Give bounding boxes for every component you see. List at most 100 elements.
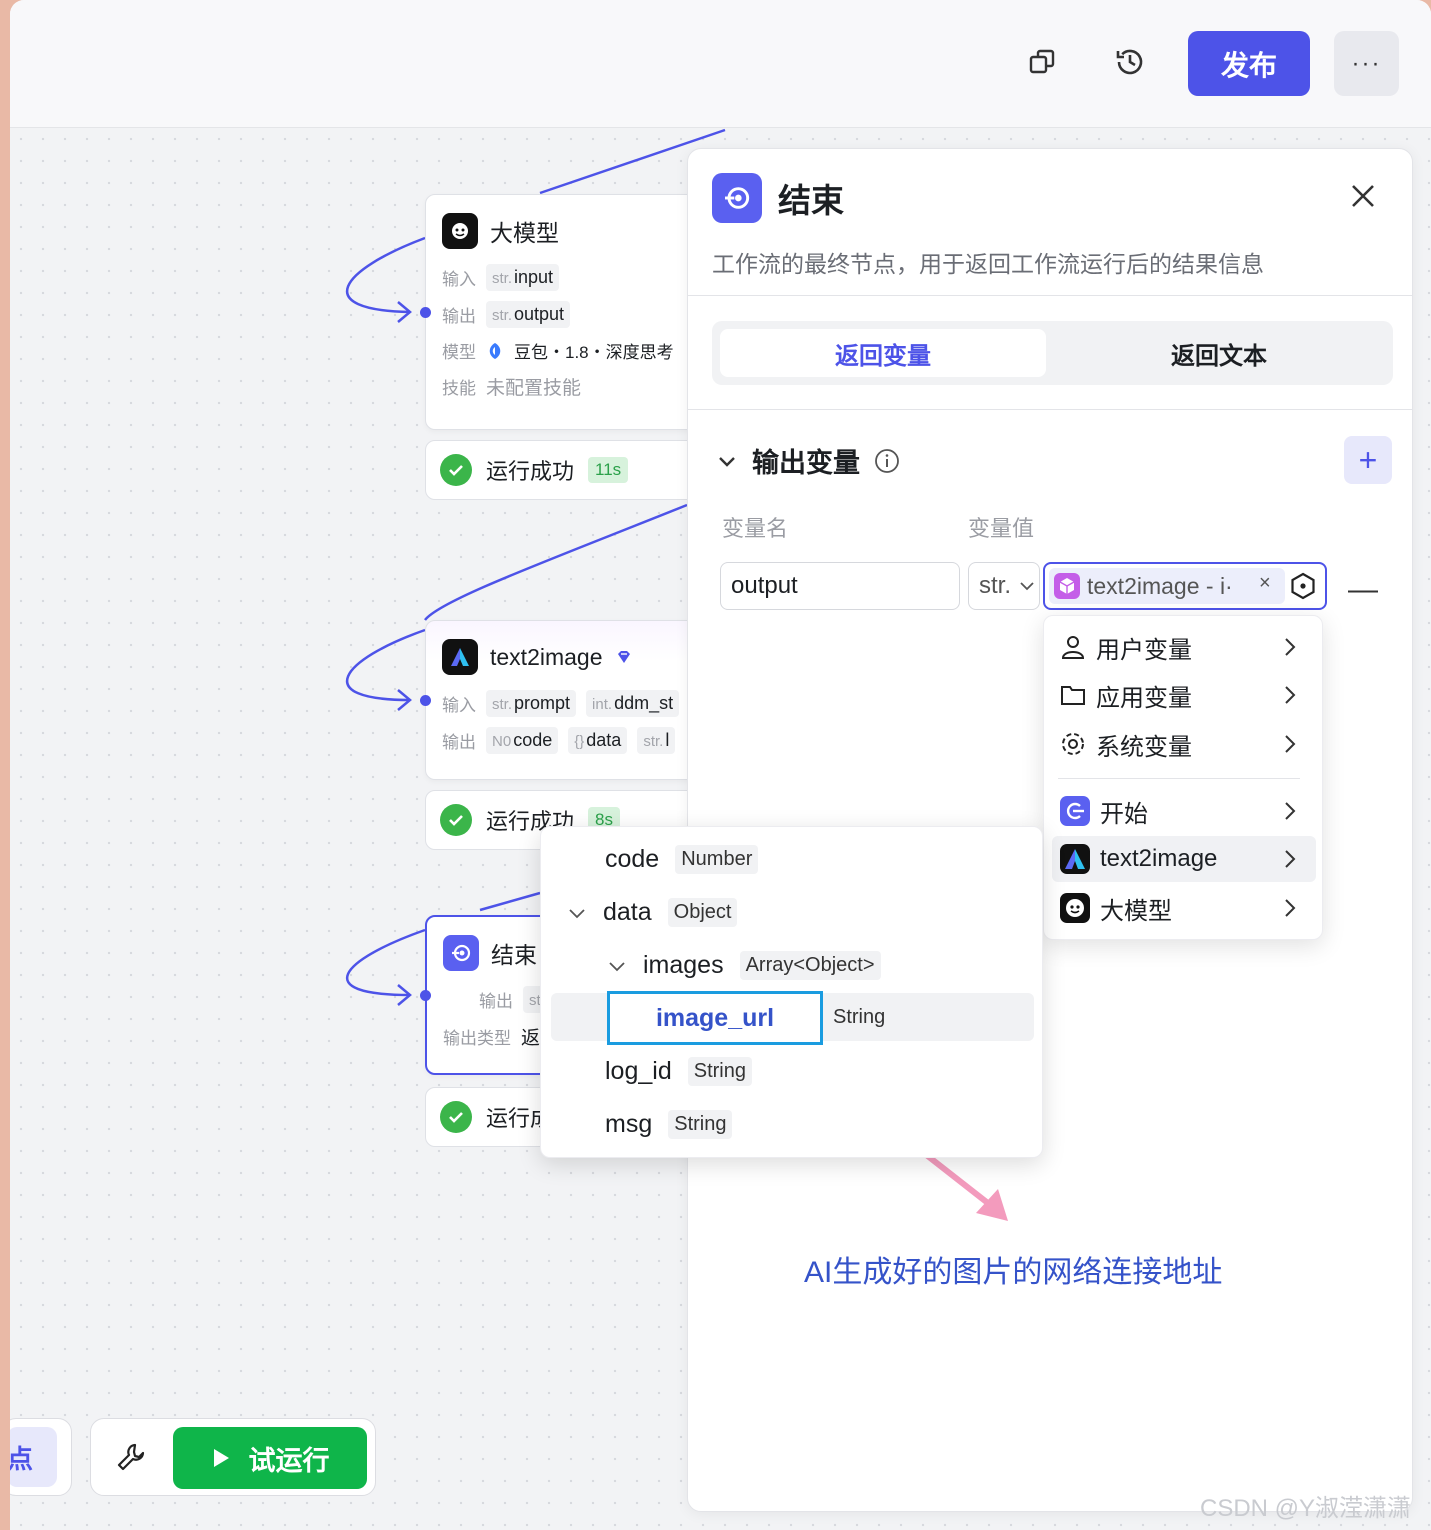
field-name: log_id xyxy=(605,1057,672,1085)
top-bar: 发布 ··· xyxy=(10,0,1431,128)
menu-item-label: 应用变量 xyxy=(1096,684,1192,712)
menu-item-user-variables[interactable]: 用户变量 xyxy=(1052,624,1316,670)
history-icon[interactable] xyxy=(1108,40,1152,84)
add-node-button[interactable]: 点 xyxy=(10,1427,57,1487)
field-name: msg xyxy=(605,1110,653,1138)
add-node-label: 点 xyxy=(10,1443,34,1474)
type-label: str. xyxy=(643,733,664,750)
input-label: 输入 xyxy=(442,270,476,289)
menu-item-label: 系统变量 xyxy=(1096,733,1192,761)
folder-icon xyxy=(1061,686,1085,705)
input-label: 输入 xyxy=(442,696,476,715)
app-window: 发布 ··· 大模型 输入 str. input 输出 str. output 模型 豆… xyxy=(10,0,1431,1530)
param-name: ddm_st xyxy=(614,693,674,713)
chevron-right-icon xyxy=(1285,850,1296,868)
output-type-value: 返 xyxy=(521,1028,541,1049)
model-value: 豆包・1.8・深度思考 xyxy=(514,343,674,362)
llm-node-icon xyxy=(442,213,478,249)
field-item-code[interactable]: code Number xyxy=(605,845,759,874)
chevron-right-icon xyxy=(1285,735,1296,753)
type-label: int. xyxy=(592,696,613,713)
menu-item-llm[interactable]: 大模型 xyxy=(1052,885,1316,931)
input-port[interactable] xyxy=(420,307,431,318)
annotation-text: AI生成好的图片的网络连接地址 xyxy=(804,1256,1223,1289)
chevron-down-icon xyxy=(1020,582,1034,591)
field-type: Number xyxy=(675,845,759,874)
section-title: 输出变量 xyxy=(752,448,860,478)
node-llm[interactable]: 大模型 输入 str. input 输出 str. output 模型 豆包・1.8・深… xyxy=(425,194,705,430)
end-panel-icon xyxy=(712,173,762,223)
param-name: input xyxy=(514,267,554,287)
input-port[interactable] xyxy=(420,695,431,706)
field-type: Object xyxy=(667,898,738,927)
close-icon[interactable] xyxy=(1348,181,1380,213)
plugin-cube-icon xyxy=(1054,573,1080,599)
field-name: code xyxy=(605,845,660,873)
menu-item-system-variables[interactable]: 系统变量 xyxy=(1052,721,1316,767)
variable-type-select[interactable]: str. xyxy=(968,562,1040,610)
variable-picker-icon[interactable] xyxy=(1289,572,1317,600)
field-type: Array<Object> xyxy=(739,951,881,980)
menu-item-app-variables[interactable]: 应用变量 xyxy=(1052,672,1316,718)
menu-item-text2image[interactable]: text2image xyxy=(1052,836,1316,882)
output-variables-header[interactable]: 输出变量 xyxy=(716,441,900,480)
text2image-node-icon xyxy=(1060,844,1090,874)
param-name: code xyxy=(513,730,553,750)
param-name: data xyxy=(586,730,622,750)
field-name: images xyxy=(643,951,724,979)
chevron-right-icon xyxy=(1285,802,1296,820)
play-icon xyxy=(213,1449,229,1467)
output-label: 输出 xyxy=(442,733,476,752)
field-item-data[interactable]: data Object xyxy=(567,898,738,927)
info-icon[interactable] xyxy=(874,448,900,474)
menu-item-label: 用户变量 xyxy=(1096,636,1192,664)
col-variable-value: 变量值 xyxy=(968,516,1035,541)
reference-text: text2image - i· xyxy=(1087,572,1233,599)
more-button[interactable]: ··· xyxy=(1334,31,1399,96)
chevron-right-icon xyxy=(1285,638,1296,656)
field-type: String xyxy=(687,1057,752,1086)
variable-source-menu: 用户变量 应用变量 系统变量 开始 text2image 大模型 xyxy=(1043,615,1323,940)
add-node-toolbar: 点 xyxy=(10,1418,72,1496)
test-run-button[interactable]: 试运行 xyxy=(173,1427,367,1489)
chevron-down-icon[interactable] xyxy=(567,903,587,923)
reference-tag: text2image - i· xyxy=(1049,568,1285,604)
end-node-icon xyxy=(443,935,479,971)
node-text2image[interactable]: text2image 输入 str. prompt int. ddm_st 输出 N… xyxy=(425,620,705,780)
copy-icon[interactable] xyxy=(1020,40,1064,84)
chevron-down-icon[interactable] xyxy=(607,956,627,976)
remove-icon[interactable]: × xyxy=(1259,572,1271,595)
field-item-msg[interactable]: msg String xyxy=(605,1110,733,1139)
tab-return-text[interactable]: 返回文本 xyxy=(1054,329,1384,377)
input-port[interactable] xyxy=(420,990,431,1001)
chevron-down-icon[interactable] xyxy=(716,450,738,472)
param-name: output xyxy=(514,304,565,324)
status-text: 运行成功 xyxy=(486,459,575,484)
field-item-images[interactable]: images Array<Object> xyxy=(607,951,881,980)
start-node-icon xyxy=(1060,796,1090,826)
variable-name-input[interactable]: output xyxy=(720,562,960,610)
success-icon xyxy=(440,804,472,836)
type-label: str. xyxy=(492,270,513,287)
tab-return-variable[interactable]: 返回变量 xyxy=(720,329,1046,377)
variable-reference-field[interactable]: text2image - i· × xyxy=(1043,562,1327,610)
output-label: 输出 xyxy=(479,992,513,1011)
add-variable-button[interactable]: + xyxy=(1344,436,1392,484)
type-value: str. xyxy=(979,572,1012,599)
menu-item-label: text2image xyxy=(1100,845,1218,872)
skill-value: 未配置技能 xyxy=(486,378,582,399)
type-label: str. xyxy=(492,307,513,324)
output-type-label: 输出类型 xyxy=(443,1029,511,1048)
field-item-log-id[interactable]: log_id String xyxy=(605,1057,752,1086)
gear-icon xyxy=(1062,733,1084,755)
menu-item-start[interactable]: 开始 xyxy=(1052,788,1316,834)
remove-variable-button[interactable]: — xyxy=(1348,573,1378,607)
duration-badge: 11s xyxy=(588,457,629,483)
publish-button[interactable]: 发布 xyxy=(1188,31,1310,96)
output-fields-submenu: code Number data Object images Array<Obj… xyxy=(540,826,1043,1158)
field-item-image-url[interactable]: image_url xyxy=(607,991,823,1045)
type-label: {} xyxy=(574,733,585,750)
wrench-icon[interactable] xyxy=(115,1441,149,1475)
llm-status: 运行成功 11s xyxy=(425,440,705,500)
divider xyxy=(688,295,1412,296)
